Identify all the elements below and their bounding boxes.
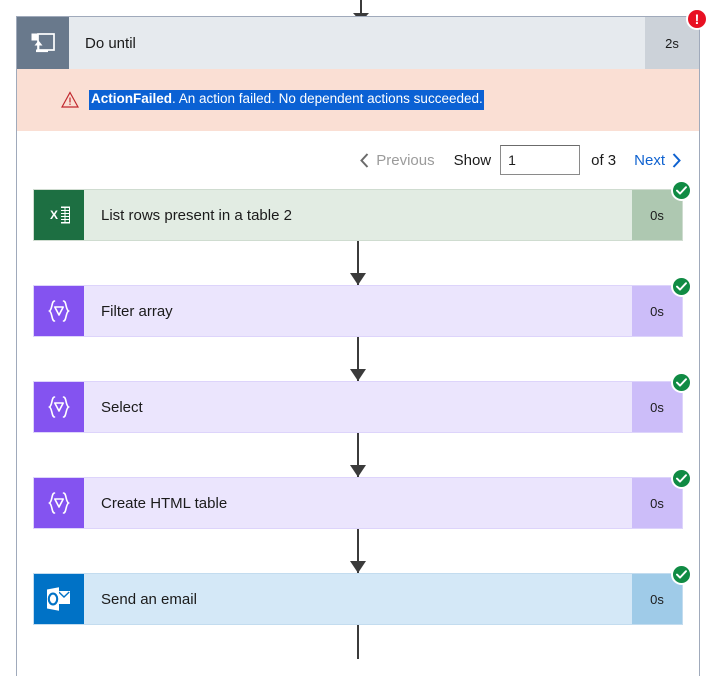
- success-status-badge[interactable]: [671, 180, 692, 201]
- connector: [33, 241, 683, 285]
- previous-page-button[interactable]: Previous: [360, 151, 435, 169]
- checkmark-icon: [676, 570, 687, 579]
- chevron-right-icon: [672, 152, 681, 168]
- connector-arrowhead: [350, 561, 366, 573]
- connector: [33, 529, 683, 573]
- action-card-wrapper: Send an email 0s: [33, 564, 692, 625]
- next-page-label: Next: [634, 151, 665, 169]
- action-card[interactable]: Send an email 0s: [33, 573, 683, 625]
- flow-run-scope-view: Do until 2s ! ActionFailed. An action fa…: [0, 0, 717, 676]
- action-card-wrapper: Create HTML table 0s: [33, 468, 692, 529]
- action-card-wrapper: Filter array 0s: [33, 276, 692, 337]
- error-status-badge[interactable]: !: [686, 8, 708, 30]
- connector-arrowhead: [350, 369, 366, 381]
- action-card-list: X X Lis: [17, 180, 699, 659]
- action-card[interactable]: X X Lis: [33, 189, 683, 241]
- connector-arrowhead: [350, 273, 366, 285]
- show-label: Show: [453, 151, 492, 169]
- warning-triangle-icon: [61, 91, 79, 108]
- checkmark-icon: [676, 282, 687, 291]
- action-card[interactable]: Create HTML table 0s: [33, 477, 683, 529]
- success-status-badge[interactable]: [671, 372, 692, 393]
- data-operation-filter-icon: [34, 382, 84, 432]
- connector: [33, 433, 683, 477]
- page-number-input[interactable]: [500, 145, 581, 175]
- action-card[interactable]: Filter array 0s: [33, 285, 683, 337]
- success-status-badge[interactable]: [671, 564, 692, 585]
- action-name: Select: [101, 398, 143, 416]
- action-name: Send an email: [101, 590, 197, 608]
- excel-icon: X X: [34, 190, 84, 240]
- checkmark-icon: [676, 186, 687, 195]
- error-code: ActionFailed: [91, 91, 173, 107]
- exclamation-icon: !: [694, 11, 700, 27]
- page-total-label: of 3: [591, 151, 617, 169]
- action-name: List rows present in a table 2: [101, 206, 292, 224]
- scope-header[interactable]: Do until 2s !: [17, 8, 708, 69]
- success-status-badge[interactable]: [671, 468, 692, 489]
- previous-page-label: Previous: [376, 151, 435, 169]
- do-until-loop-icon: [17, 17, 69, 69]
- connector: [33, 337, 683, 381]
- error-detail: . An action failed. No dependent actions…: [172, 91, 483, 107]
- data-operation-filter-icon: [34, 286, 84, 336]
- error-banner: ActionFailed. An action failed. No depen…: [17, 69, 699, 131]
- svg-text:X: X: [50, 208, 58, 222]
- connector: [33, 625, 683, 659]
- action-card-wrapper: Select 0s: [33, 372, 692, 433]
- checkmark-icon: [676, 378, 687, 387]
- action-card-wrapper: X X Lis: [33, 180, 692, 241]
- action-card[interactable]: Select 0s: [33, 381, 683, 433]
- connector-arrowhead: [350, 465, 366, 477]
- next-page-button[interactable]: Next: [634, 152, 681, 169]
- error-message: ActionFailed. An action failed. No depen…: [89, 90, 484, 110]
- data-operation-filter-icon: [34, 478, 84, 528]
- outlook-icon: [34, 574, 84, 624]
- action-name: Create HTML table: [101, 494, 228, 512]
- do-until-scope-container[interactable]: Do until 2s ! ActionFailed. An action fa…: [16, 8, 708, 676]
- action-name: Filter array: [101, 302, 173, 320]
- success-status-badge[interactable]: [671, 276, 692, 297]
- checkmark-icon: [676, 474, 687, 483]
- connector-line: [357, 625, 359, 659]
- pagination-bar: Previous Show of 3 Next: [17, 131, 699, 189]
- scope-title: Do until: [69, 17, 645, 69]
- chevron-left-icon: [360, 152, 369, 168]
